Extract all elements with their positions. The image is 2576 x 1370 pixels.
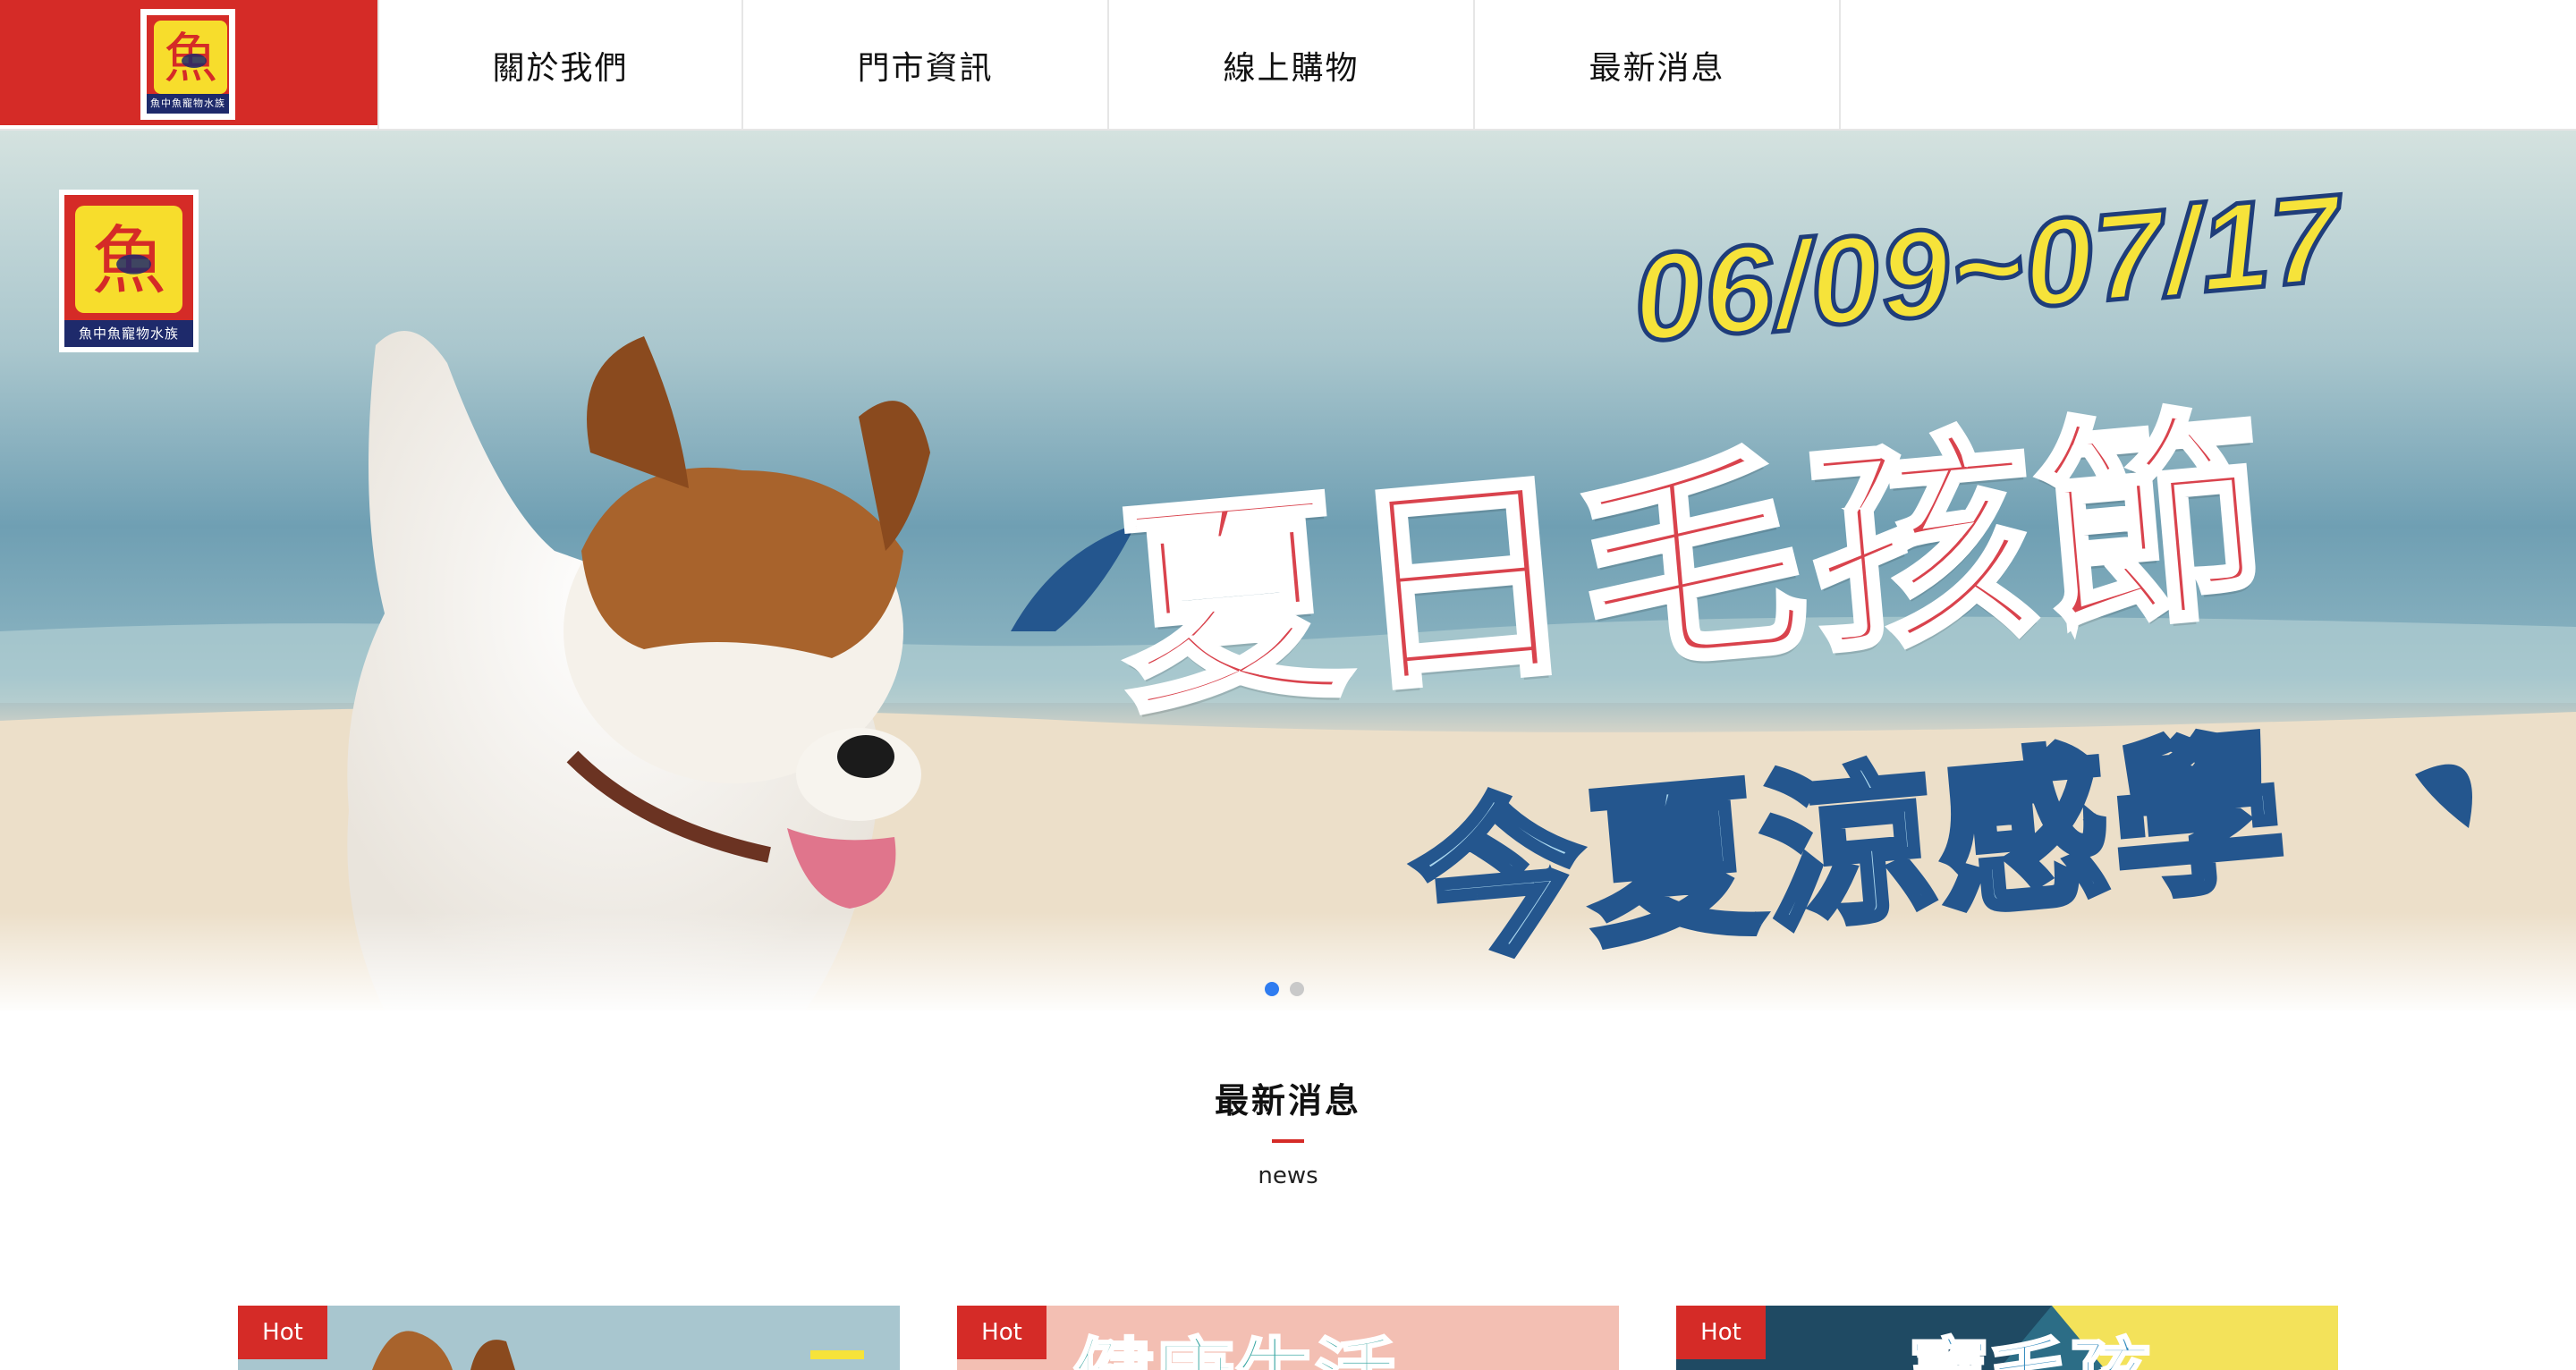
news-card[interactable]: 健康生活 Hot [957, 1306, 1619, 1370]
news-card-image [238, 1306, 900, 1370]
hero-brand-logo: 魚 魚中魚寵物水族 [59, 190, 199, 352]
site-header: 魚 魚中魚寵物水族 關於我們 門市資訊 線上購物 最新消息 [0, 0, 2576, 131]
news-section-title: 最新消息 [1214, 1081, 1361, 1121]
main-nav: 關於我們 門市資訊 線上購物 最新消息 [377, 0, 1841, 131]
hot-badge: Hot [238, 1306, 327, 1359]
fish-logo-icon: 魚 [154, 21, 227, 94]
hot-badge: Hot [1676, 1306, 1766, 1359]
hero-carousel[interactable]: 魚 魚中魚寵物水族 06/09~07/17 夏日毛孩節 今夏涼感學 [0, 131, 2576, 1011]
section-divider [1272, 1139, 1304, 1143]
news-card-banner-text: 寶毛孩 [1908, 1311, 2152, 1370]
nav-stores[interactable]: 門市資訊 [743, 0, 1109, 131]
logo-area[interactable]: 魚 魚中魚寵物水族 [0, 0, 377, 125]
news-card-list: Hot 健康生活 Hot 寶毛孩 Hot [238, 1306, 2338, 1370]
logo-inner: 魚 魚中魚寵物水族 [147, 15, 229, 114]
news-card[interactable]: 寶毛孩 Hot [1676, 1306, 2338, 1370]
nav-shop[interactable]: 線上購物 [1109, 0, 1475, 131]
carousel-dot-2[interactable] [1290, 982, 1304, 996]
logo-caption: 魚中魚寵物水族 [147, 94, 229, 114]
carousel-pagination [1265, 982, 1304, 996]
fish-logo-icon: 魚 [75, 206, 182, 313]
brand-logo[interactable]: 魚 魚中魚寵物水族 [140, 9, 235, 120]
news-section-subtitle: news [1258, 1163, 1318, 1189]
hero-logo-inner: 魚 魚中魚寵物水族 [64, 195, 193, 347]
carousel-dot-1[interactable] [1265, 982, 1279, 996]
news-card[interactable]: Hot [238, 1306, 900, 1370]
hot-badge: Hot [957, 1306, 1046, 1359]
nav-news[interactable]: 最新消息 [1475, 0, 1841, 131]
hero-logo-caption: 魚中魚寵物水族 [64, 320, 193, 347]
nav-about[interactable]: 關於我們 [377, 0, 743, 131]
news-card-banner-text: 健康生活 [1072, 1311, 1397, 1370]
